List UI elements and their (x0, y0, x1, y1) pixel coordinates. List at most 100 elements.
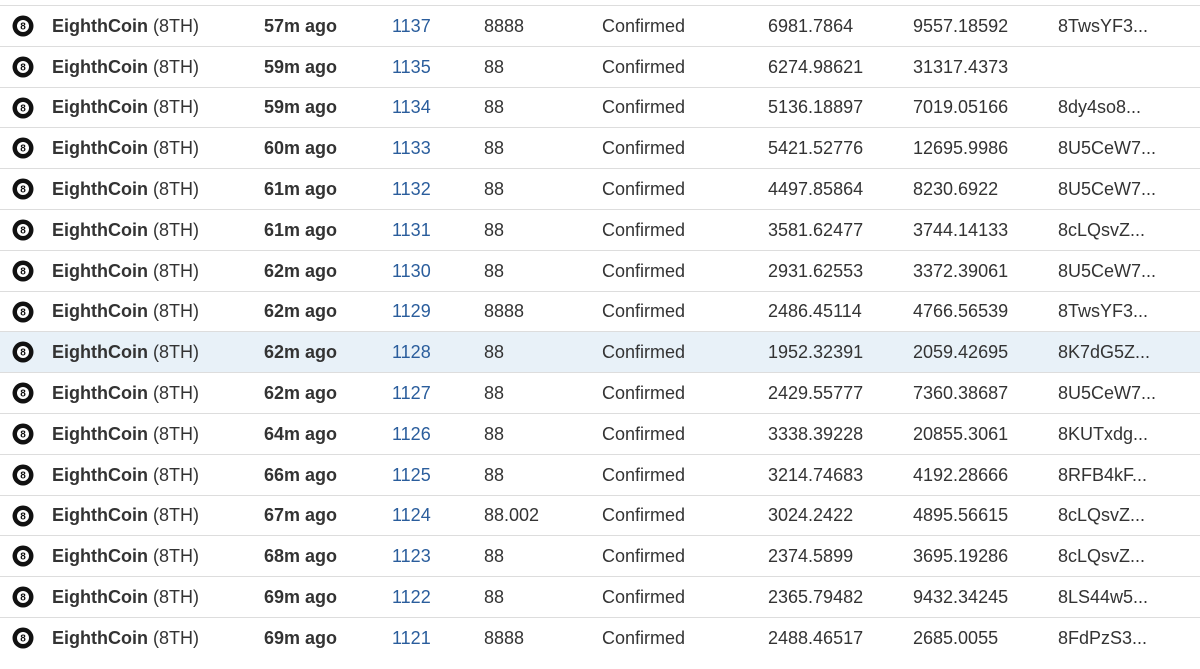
table-row[interactable]: 8 EighthCoin (8TH) 59m ago 1135 88 Confi… (0, 46, 1200, 87)
block-height-cell: 1128 (392, 332, 484, 373)
finder-address: 8KUTxdg... (1058, 423, 1149, 444)
block-height-link[interactable]: 1124 (392, 505, 431, 525)
svg-text:8: 8 (20, 185, 26, 196)
svg-text:8: 8 (20, 389, 26, 400)
block-height-link[interactable]: 1130 (392, 261, 431, 281)
svg-text:8: 8 (20, 552, 26, 563)
address-cell: 8TwsYF3... (1058, 6, 1200, 47)
value-a-cell: 6981.7864 (768, 6, 913, 47)
block-height-link[interactable]: 1122 (392, 587, 431, 607)
table-row[interactable]: 8 EighthCoin (8TH) 69m ago 1121 8888 Con… (0, 617, 1200, 658)
block-height-cell: 1135 (392, 46, 484, 87)
block-time-cell: 62m ago (264, 291, 392, 332)
table-row[interactable]: 8 EighthCoin (8TH) 61m ago 1131 88 Confi… (0, 209, 1200, 250)
coin-name: EighthCoin (52, 342, 148, 363)
table-row[interactable]: 8 EighthCoin (8TH) 61m ago 1132 88 Confi… (0, 168, 1200, 210)
block-height-link[interactable]: 1133 (392, 138, 431, 158)
value-a: 2486.45114 (768, 301, 862, 322)
coin-icon-cell: 8 (0, 413, 52, 454)
svg-text:8: 8 (20, 470, 26, 481)
block-height-link[interactable]: 1137 (392, 16, 431, 36)
block-height-link[interactable]: 1127 (392, 383, 431, 403)
table-row[interactable]: 8 EighthCoin (8TH) 67m ago 1124 88.002 C… (0, 495, 1200, 536)
block-time: 57m ago (264, 15, 338, 36)
value-b: 31317.4373 (913, 56, 1009, 77)
eight-ball-icon: 8 (12, 260, 34, 282)
block-height-link[interactable]: 1129 (392, 301, 431, 321)
value-b-cell: 3744.14133 (913, 209, 1058, 250)
finder-address: 8U5CeW7... (1058, 260, 1157, 281)
block-time: 69m ago (264, 587, 338, 608)
svg-text:8: 8 (20, 266, 26, 277)
address-cell: 8U5CeW7... (1058, 128, 1200, 169)
blocks-table: 8 EighthCoin (8TH) 57m ago 1137 8888 Con… (0, 5, 1200, 658)
table-row[interactable]: 8 EighthCoin (8TH) 62m ago 1130 88 Confi… (0, 250, 1200, 291)
difficulty-cell: 88 (484, 46, 602, 87)
coin-symbol: (8TH) (153, 464, 199, 485)
eight-ball-icon: 8 (12, 505, 34, 527)
block-time: 62m ago (264, 260, 338, 281)
value-a: 3338.39228 (768, 423, 864, 444)
eight-ball-icon: 8 (12, 15, 34, 37)
difficulty-value: 88.002 (484, 505, 540, 526)
table-row[interactable]: 8 EighthCoin (8TH) 62m ago 1127 88 Confi… (0, 372, 1200, 414)
block-time-cell: 59m ago (264, 87, 392, 128)
address-cell: 8TwsYF3... (1058, 291, 1200, 332)
table-row[interactable]: 8 EighthCoin (8TH) 57m ago 1137 8888 Con… (0, 5, 1200, 47)
value-b-cell: 9432.34245 (913, 577, 1058, 618)
status-cell: Confirmed (602, 495, 768, 536)
finder-address: 8cLQsvZ... (1058, 505, 1146, 526)
value-b: 4192.28666 (913, 464, 1009, 485)
finder-address: 8TwsYF3... (1058, 15, 1149, 36)
block-time: 68m ago (264, 546, 338, 567)
eight-ball-icon: 8 (12, 219, 34, 241)
value-b-cell: 4192.28666 (913, 454, 1058, 495)
block-height-link[interactable]: 1125 (392, 465, 431, 485)
table-row[interactable]: 8 EighthCoin (8TH) 64m ago 1126 88 Confi… (0, 413, 1200, 454)
table-row[interactable]: 8 EighthCoin (8TH) 68m ago 1123 88 Confi… (0, 535, 1200, 577)
block-height-link[interactable]: 1135 (392, 57, 431, 77)
block-height-link[interactable]: 1126 (392, 424, 431, 444)
coin-cell: EighthCoin (8TH) (52, 373, 264, 414)
coin-icon-cell: 8 (0, 128, 52, 169)
difficulty-value: 88 (484, 219, 505, 240)
block-time: 59m ago (264, 56, 338, 77)
difficulty-value: 8888 (484, 15, 525, 36)
finder-address: 8U5CeW7... (1058, 179, 1157, 200)
value-b: 9557.18592 (913, 15, 1009, 36)
value-b-cell: 2059.42695 (913, 332, 1058, 373)
block-height-link[interactable]: 1123 (392, 546, 431, 566)
table-row[interactable]: 8 EighthCoin (8TH) 62m ago 1128 88 Confi… (0, 331, 1200, 373)
value-b-cell: 3372.39061 (913, 250, 1058, 291)
status-cell: Confirmed (602, 536, 768, 577)
table-row[interactable]: 8 EighthCoin (8TH) 69m ago 1122 88 Confi… (0, 576, 1200, 618)
block-time: 59m ago (264, 97, 338, 118)
status-cell: Confirmed (602, 332, 768, 373)
coin-icon-cell: 8 (0, 250, 52, 291)
block-height-link[interactable]: 1134 (392, 97, 431, 117)
svg-text:8: 8 (20, 634, 26, 645)
difficulty-value: 88 (484, 587, 505, 608)
table-row[interactable]: 8 EighthCoin (8TH) 62m ago 1129 8888 Con… (0, 291, 1200, 332)
block-time-cell: 62m ago (264, 250, 392, 291)
value-a-cell: 3214.74683 (768, 454, 913, 495)
coin-symbol: (8TH) (153, 15, 199, 36)
value-b: 7360.38687 (913, 383, 1009, 404)
block-time: 62m ago (264, 383, 338, 404)
block-height-link[interactable]: 1132 (392, 179, 431, 199)
block-height-cell: 1127 (392, 373, 484, 414)
block-height-link[interactable]: 1128 (392, 342, 431, 362)
value-b: 4895.56615 (913, 505, 1009, 526)
coin-name: EighthCoin (52, 56, 148, 77)
eight-ball-icon: 8 (12, 178, 34, 200)
status-cell: Confirmed (602, 413, 768, 454)
table-row[interactable]: 8 EighthCoin (8TH) 60m ago 1133 88 Confi… (0, 127, 1200, 169)
block-time-cell: 62m ago (264, 373, 392, 414)
table-row[interactable]: 8 EighthCoin (8TH) 59m ago 1134 88 Confi… (0, 87, 1200, 128)
difficulty-value: 8888 (484, 628, 525, 649)
table-row[interactable]: 8 EighthCoin (8TH) 66m ago 1125 88 Confi… (0, 454, 1200, 495)
block-height-link[interactable]: 1131 (392, 220, 431, 240)
eight-ball-icon: 8 (12, 301, 34, 323)
block-height-link[interactable]: 1121 (392, 628, 431, 648)
block-time-cell: 61m ago (264, 169, 392, 210)
